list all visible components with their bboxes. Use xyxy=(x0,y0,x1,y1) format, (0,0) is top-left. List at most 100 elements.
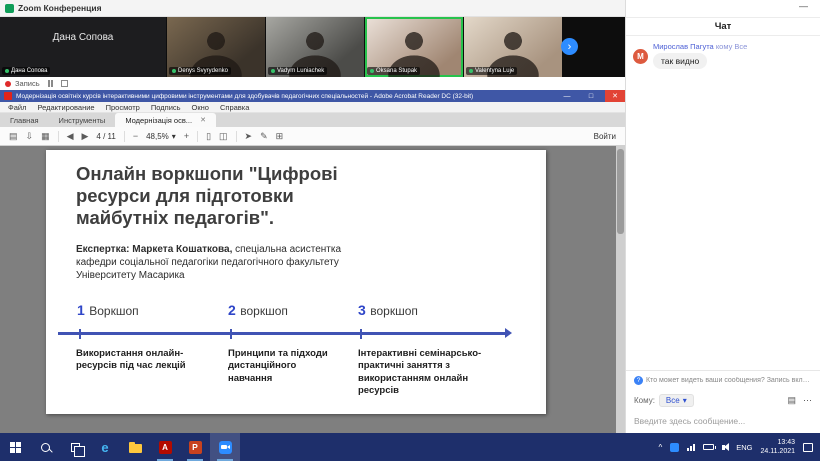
fit-width-icon[interactable]: ◫ xyxy=(219,131,228,142)
hidden-icons-chevron[interactable]: ^ xyxy=(658,443,662,452)
maximize-button[interactable]: □ xyxy=(581,90,601,102)
sign-in-button[interactable]: Войти xyxy=(594,132,616,141)
more-options-icon[interactable]: ⋯ xyxy=(803,395,812,406)
date: 24.11.2021 xyxy=(760,447,795,456)
zoom-video-strip: Дана Сопова Дана Сопова Denys Svyrydenko… xyxy=(0,17,625,77)
chat-message-input[interactable] xyxy=(634,416,812,426)
milestone-3-description: Інтерактивні семінарсько-практичні занят… xyxy=(358,348,486,397)
open-file-icon[interactable]: ▤ xyxy=(9,131,18,142)
menu-sign[interactable]: Подпись xyxy=(151,103,181,112)
info-icon: ? xyxy=(634,376,643,385)
document-area[interactable]: Онлайн воркшопи "Цифрові ресурси для під… xyxy=(0,146,625,433)
stamp-tool-icon[interactable]: ⊞ xyxy=(276,131,284,142)
comment-tool-icon[interactable]: ✎ xyxy=(260,131,268,142)
select-tool-icon[interactable]: ➤ xyxy=(245,131,253,142)
minimize-button[interactable]: — xyxy=(557,90,577,102)
participant-label: Vadym Luniachek xyxy=(268,67,327,75)
recipient-dropdown[interactable]: Все ▾ xyxy=(659,394,694,407)
page-indicator[interactable]: 4 / 11 xyxy=(96,132,115,141)
next-participants-button[interactable]: › xyxy=(561,38,578,55)
windows-logo-icon xyxy=(10,442,21,453)
chat-minimize-icon[interactable]: — xyxy=(799,1,808,11)
start-button[interactable] xyxy=(0,433,30,461)
previous-page-icon[interactable]: ◀ xyxy=(67,131,74,142)
menu-file[interactable]: Файл xyxy=(8,103,26,112)
zoom-level-dropdown[interactable]: 48,5% ▾ xyxy=(146,132,176,141)
timeline-tick xyxy=(79,329,81,339)
close-tab-icon[interactable]: ✕ xyxy=(200,116,206,124)
video-tile-valentyna-luje[interactable]: Valentyna Luje xyxy=(464,17,562,77)
video-tile-denys-svyrydenko[interactable]: Denys Svyrydenko xyxy=(167,17,265,77)
milestone-1-description: Використання онлайн-ресурсів під час лек… xyxy=(76,348,186,373)
video-tile-vadym-luniachek[interactable]: Vadym Luniachek xyxy=(266,17,364,77)
windows-taskbar: e A P ^ ENG 13:43 24.11.2021 xyxy=(0,433,820,461)
zoom-titlebar: Zoom Конференция xyxy=(0,0,625,17)
taskbar-search-button[interactable] xyxy=(30,433,60,461)
document-scrollbar[interactable] xyxy=(616,146,625,433)
acrobat-toolbar: ▤ ⇩ ▦ ◀ ▶ 4 / 11 − 48,5% ▾ + ▯ ◫ ➤ ✎ ⊞ В… xyxy=(0,127,625,146)
acrobat-app-icon xyxy=(4,92,12,100)
mic-icon xyxy=(5,69,9,73)
volume-icon[interactable] xyxy=(722,445,725,450)
taskbar-powerpoint-button[interactable]: P xyxy=(180,433,210,461)
mic-icon xyxy=(370,69,374,73)
taskbar-explorer-button[interactable] xyxy=(120,433,150,461)
video-tile-dana-sopova[interactable]: Дана Сопова Дана Сопова xyxy=(0,17,166,77)
close-button[interactable]: ✕ xyxy=(605,90,625,102)
recording-dot-icon xyxy=(5,81,11,87)
acrobat-icon: A xyxy=(159,441,172,454)
language-indicator[interactable]: ENG xyxy=(736,443,752,452)
stop-recording-icon[interactable] xyxy=(61,80,68,87)
tab-document[interactable]: Модернізація осв... ✕ xyxy=(115,113,216,127)
task-view-button[interactable] xyxy=(60,433,90,461)
file-attach-icon[interactable]: ▤ xyxy=(787,395,796,406)
scrollbar-thumb[interactable] xyxy=(617,149,624,234)
menu-help[interactable]: Справка xyxy=(220,103,249,112)
recipient-label: Кому: xyxy=(634,396,655,405)
folder-icon xyxy=(129,444,142,453)
milestone-3-label: 3 воркшоп xyxy=(358,302,418,320)
participant-label: Oksana Stupak xyxy=(367,67,420,75)
avatar: М xyxy=(633,49,648,64)
battery-icon[interactable] xyxy=(703,444,714,450)
taskbar-zoom-button[interactable] xyxy=(210,433,240,461)
menu-window[interactable]: Окно xyxy=(192,103,209,112)
save-icon[interactable]: ⇩ xyxy=(26,131,34,142)
zoom-chat-panel: — Чат М Мирослав Пагута кому Все так вид… xyxy=(625,0,820,433)
chat-message-bubble: так видно xyxy=(653,53,707,69)
zoom-out-icon[interactable]: − xyxy=(133,131,138,141)
system-tray: ^ ENG 13:43 24.11.2021 xyxy=(658,433,820,461)
print-icon[interactable]: ▦ xyxy=(41,131,50,142)
taskbar-edge-button[interactable]: e xyxy=(90,433,120,461)
zoom-tray-icon[interactable] xyxy=(670,443,679,452)
chevron-down-icon: ▾ xyxy=(683,396,687,405)
menu-view[interactable]: Просмотр xyxy=(106,103,140,112)
toolbar-separator xyxy=(236,131,237,142)
acrobat-window-title: Модернізація освітніх курсів інтерактивн… xyxy=(16,93,553,100)
search-icon xyxy=(41,443,50,452)
zoom-in-icon[interactable]: + xyxy=(184,131,189,141)
next-page-icon[interactable]: ▶ xyxy=(82,131,89,142)
video-tile-oksana-stupak-active-speaker[interactable]: Oksana Stupak xyxy=(365,17,463,77)
tab-home[interactable]: Главная xyxy=(0,113,49,127)
task-view-icon xyxy=(71,443,80,452)
milestone-2-description: Принципи та підходи дистанційного навчан… xyxy=(228,348,342,385)
mic-icon xyxy=(469,69,473,73)
tab-tools[interactable]: Инструменты xyxy=(49,113,116,127)
menu-edit[interactable]: Редактирование xyxy=(37,103,94,112)
pause-recording-icon[interactable] xyxy=(48,80,54,87)
time: 13:43 xyxy=(760,438,795,447)
action-center-icon[interactable] xyxy=(803,443,813,452)
acrobat-titlebar: Модернізація освітніх курсів інтерактивн… xyxy=(0,90,625,102)
screen: Zoom Конференция Дана Сопова Дана Сопова… xyxy=(0,0,820,461)
chat-compose-area: ? Кто может видеть ваши сообщения? Запис… xyxy=(626,370,820,433)
chat-message: М Мирослав Пагута кому Все так видно xyxy=(633,42,813,69)
single-page-view-icon[interactable]: ▯ xyxy=(206,131,211,142)
zoom-window-title: Zoom Конференция xyxy=(18,3,102,13)
clock[interactable]: 13:43 24.11.2021 xyxy=(760,438,795,456)
pdf-page: Онлайн воркшопи "Цифрові ресурси для під… xyxy=(46,150,546,414)
taskbar-acrobat-button[interactable]: A xyxy=(150,433,180,461)
slide-title: Онлайн воркшопи "Цифрові ресурси для під… xyxy=(76,163,338,230)
chat-privacy-notice: ? Кто может видеть ваши сообщения? Запис… xyxy=(634,376,812,385)
network-icon[interactable] xyxy=(687,444,695,451)
